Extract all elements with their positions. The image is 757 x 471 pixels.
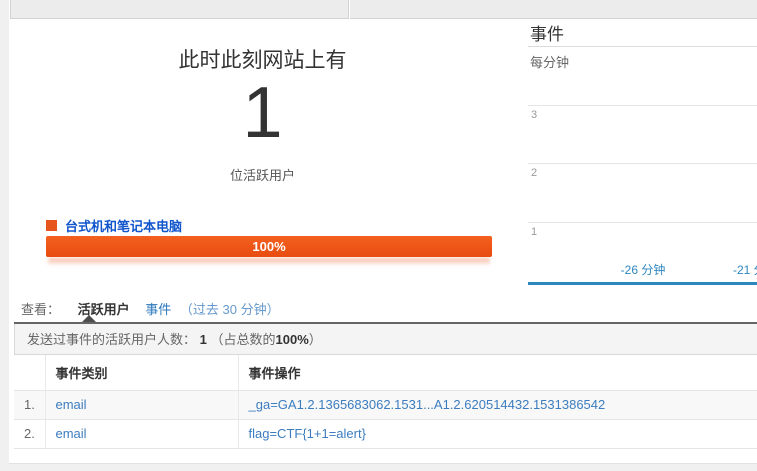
gridline	[528, 222, 757, 223]
realtime-overview-page: 此时此刻网站上有 1 位活跃用户 台式机和笔记本电脑 100% 事件 每分钟 3…	[0, 0, 757, 471]
header-event-action[interactable]: 事件操作	[238, 355, 757, 390]
gridline	[528, 163, 757, 164]
summary-suffix: ）	[309, 332, 322, 347]
event-action-link[interactable]: flag=CTF{1+1=alert}	[238, 419, 757, 448]
x-axis-line	[528, 282, 757, 285]
device-bar-reflection	[48, 258, 490, 266]
y-axis-tick: 1	[531, 226, 537, 238]
table-row: 1. email _ga=GA1.2.1365683062.1531...A1.…	[14, 390, 757, 419]
device-legend-item[interactable]: 台式机和笔记本电脑	[46, 216, 182, 235]
footer-strip	[9, 463, 757, 471]
device-percentage-value: 100%	[252, 239, 285, 254]
header-event-category[interactable]: 事件类别	[45, 355, 238, 390]
tab-events-timeframe[interactable]: （过去 30 分钟）	[180, 302, 280, 317]
header-index	[14, 355, 45, 390]
chart-subtitle: 每分钟	[530, 52, 569, 71]
summary-prefix: 发送过事件的活跃用户人数：	[27, 332, 196, 347]
tab-events[interactable]: 事件	[145, 302, 171, 317]
row-number: 2.	[14, 419, 45, 448]
event-action-link[interactable]: _ga=GA1.2.1365683062.1531...A1.2.6205144…	[238, 390, 757, 419]
table-row: 2. email flag=CTF{1+1=alert}	[14, 419, 757, 448]
y-axis-tick: 2	[531, 167, 537, 179]
y-axis-tick: 3	[531, 109, 537, 121]
summary-count: 1	[200, 332, 207, 347]
summary-percent: 100%	[276, 332, 309, 347]
active-users-label: 位活跃用户	[10, 165, 515, 184]
events-per-minute-chart: 事件 每分钟 3 2 1 -26 分钟 -21 分	[528, 20, 757, 286]
view-label: 查看：	[21, 302, 60, 317]
x-axis-tick: -26 分钟	[588, 261, 698, 278]
events-table: 事件类别 事件操作 1. email _ga=GA1.2.1365683062.…	[14, 355, 757, 449]
row-number: 1.	[14, 390, 45, 419]
event-category-link[interactable]: email	[45, 419, 238, 448]
gridline	[528, 105, 757, 106]
left-gutter	[0, 0, 9, 471]
device-percentage-bar: 100%	[46, 236, 492, 257]
event-category-link[interactable]: email	[45, 390, 238, 419]
legend-swatch-icon	[46, 220, 57, 231]
legend-label: 台式机和笔记本电脑	[65, 216, 182, 235]
page-title: 此时此刻网站上有	[10, 44, 515, 74]
selected-tab-caret-icon	[82, 315, 96, 322]
view-switcher: 查看： 活跃用户 事件 （过去 30 分钟）	[21, 299, 280, 318]
chart-title-divider	[528, 46, 757, 47]
x-axis-tick: -21 分	[733, 261, 757, 278]
table-header-row: 事件类别 事件操作	[14, 355, 757, 390]
events-panel: 发送过事件的活跃用户人数： 1 （占总数的100%） 事件类别 事件操作 1. …	[14, 322, 757, 449]
summary-row: 发送过事件的活跃用户人数： 1 （占总数的100%）	[14, 324, 757, 355]
active-users-count: 1	[10, 74, 515, 152]
chart-title: 事件	[530, 20, 564, 45]
summary-mid: （占总数的	[211, 332, 276, 347]
